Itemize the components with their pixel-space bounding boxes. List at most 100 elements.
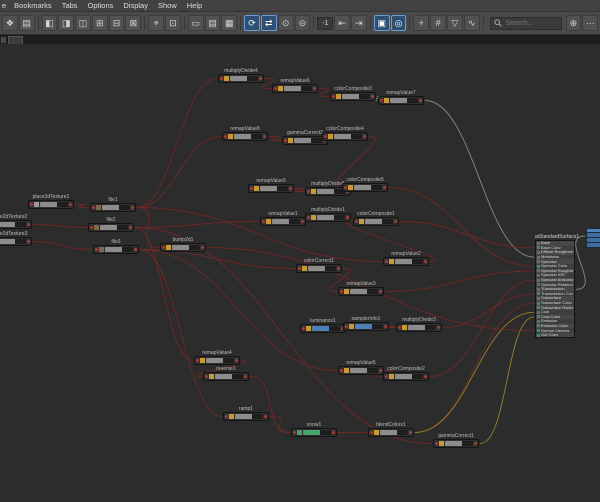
wire-file1-to-multiplyDivide4[interactable]: [136, 78, 218, 208]
input-port[interactable]: [224, 135, 227, 138]
node-slider[interactable]: [235, 414, 263, 419]
extend-to-shapes-button[interactable]: ⇄: [260, 15, 277, 31]
input-port[interactable]: [274, 87, 277, 90]
node-colorComposite1[interactable]: colorComposite1: [353, 211, 399, 226]
wire-colorComposite1-to-aiStandardSurface1[interactable]: [399, 221, 535, 249]
wire-aiStandardSurface1-to-outNode1[interactable]: [575, 235, 586, 290]
node-colorComposite4[interactable]: colorComposite4: [322, 126, 368, 141]
menu-show[interactable]: Show: [153, 0, 182, 11]
tab-corner[interactable]: [1, 37, 6, 43]
clear-graph-button[interactable]: ⊠: [125, 15, 142, 31]
frame-all-button[interactable]: ⌖: [148, 15, 165, 31]
filter-display-button[interactable]: ▽: [446, 15, 463, 31]
node-place2dTexture3[interactable]: place2dTexture3: [0, 231, 32, 246]
wire-place2dTexture3-to-file3[interactable]: [32, 241, 93, 250]
pin-selected-button[interactable]: ⊙: [277, 15, 294, 31]
output-port[interactable]: [337, 267, 340, 270]
node-multiplyDivide3[interactable]: multiplyDivide3: [396, 317, 442, 332]
node-colorComposite3[interactable]: colorComposite3: [330, 86, 376, 101]
node-slider[interactable]: [395, 259, 423, 264]
input-port[interactable]: [90, 226, 93, 229]
node-place2dTexture1[interactable]: place2dTexture1: [28, 194, 74, 209]
mini-row[interactable]: [586, 243, 600, 248]
input-port[interactable]: [293, 431, 296, 434]
node-slider[interactable]: [105, 247, 133, 252]
node-slider[interactable]: [100, 225, 128, 230]
input-port[interactable]: [307, 190, 310, 193]
output-port[interactable]: [384, 325, 387, 328]
auto-layout-button[interactable]: ⟳: [244, 15, 260, 31]
node-slider[interactable]: [317, 189, 345, 194]
attribute-row[interactable]: Subsurface Color: [536, 301, 574, 306]
output-port[interactable]: [474, 442, 477, 445]
output-port[interactable]: [437, 326, 440, 329]
node-slider[interactable]: [350, 289, 378, 294]
input-port[interactable]: [435, 442, 438, 445]
input-port[interactable]: [196, 359, 199, 362]
node-blendColors1[interactable]: blendColors1: [368, 422, 414, 437]
node-colorComposite5[interactable]: colorComposite5: [342, 177, 388, 192]
output-port[interactable]: [419, 99, 422, 102]
wire-remapValue9-to-multiplyDivide5[interactable]: [294, 188, 305, 192]
node-remapValue2[interactable]: remapValue2: [383, 251, 429, 266]
node-slider[interactable]: [260, 186, 288, 191]
attribute-row[interactable]: Out Color: [536, 332, 574, 338]
output-port[interactable]: [264, 415, 267, 418]
node-slider[interactable]: [0, 239, 26, 244]
create-node-button[interactable]: +: [413, 15, 430, 31]
node-remapValue4[interactable]: remapValue4: [194, 350, 240, 365]
wire-colorComposite2-to-aiStandardSurface1[interactable]: [429, 279, 535, 377]
node-slider[interactable]: [390, 98, 418, 103]
toggle-swatches-button[interactable]: ▣: [373, 15, 390, 31]
output-port[interactable]: [371, 95, 374, 98]
attribute-row[interactable]: Specular Roughness: [536, 268, 574, 274]
wire-gammaCorrect1-to-aiStandardSurface1[interactable]: [479, 316, 535, 444]
attribute-row[interactable]: Specular Rotation: [536, 282, 574, 287]
attribute-row[interactable]: Subsurface Radius: [536, 305, 574, 310]
input-port[interactable]: [92, 206, 95, 209]
input-port[interactable]: [205, 375, 208, 378]
remove-from-graph-button[interactable]: ⊟: [108, 15, 125, 31]
node-slider[interactable]: [312, 326, 340, 331]
node-slider[interactable]: [445, 441, 473, 446]
input-port[interactable]: [220, 77, 223, 80]
attribute-row[interactable]: Diffuse Roughness: [536, 250, 574, 255]
node-slider[interactable]: [172, 245, 200, 250]
node-remapValue9[interactable]: remapValue9: [248, 178, 294, 193]
output-port[interactable]: [27, 223, 30, 226]
input-port[interactable]: [307, 216, 310, 219]
node-slider[interactable]: [395, 374, 423, 379]
wire-reverse1-to-snow1[interactable]: [249, 376, 291, 433]
step-forward-button[interactable]: ⇥: [351, 15, 367, 31]
input-port[interactable]: [225, 415, 228, 418]
input-port[interactable]: [355, 220, 358, 223]
step-back-button[interactable]: ⇤: [334, 15, 351, 31]
bookmark-create-button[interactable]: ▤: [18, 15, 35, 31]
node-slider[interactable]: [102, 205, 130, 210]
node-place2dTexture2[interactable]: place2dTexture2: [0, 214, 32, 229]
node-slider[interactable]: [350, 368, 378, 373]
node-slider[interactable]: [0, 222, 26, 227]
output-port[interactable]: [313, 87, 316, 90]
input-port[interactable]: [385, 375, 388, 378]
node-outNode1[interactable]: [586, 228, 600, 248]
output-port[interactable]: [69, 203, 72, 206]
output-port[interactable]: [263, 135, 266, 138]
output-port[interactable]: [383, 186, 386, 189]
node-samplerInfo1[interactable]: samplerInfo1: [343, 316, 389, 331]
node-slider[interactable]: [365, 219, 393, 224]
input-port[interactable]: [398, 326, 401, 329]
wire-remapValue7-to-aiStandardSurface1[interactable]: [424, 100, 535, 258]
node-luminance1[interactable]: luminance1: [300, 318, 346, 333]
node-ramp1[interactable]: ramp1: [223, 406, 269, 421]
attribute-row[interactable]: Normal Camera: [536, 328, 574, 333]
input-port[interactable]: [284, 139, 287, 142]
layout-grid-button[interactable]: #: [430, 15, 446, 31]
node-file2[interactable]: file2: [88, 217, 134, 232]
node-multiplyDivide1[interactable]: multiplyDivide1: [305, 207, 351, 222]
lock-graph-button[interactable]: ⊝: [294, 15, 311, 31]
add-to-graph-button[interactable]: ⊞: [91, 15, 108, 31]
wire-remapValue6-to-colorComposite3[interactable]: [318, 88, 330, 97]
input-port[interactable]: [370, 431, 373, 434]
output-port[interactable]: [346, 216, 349, 219]
